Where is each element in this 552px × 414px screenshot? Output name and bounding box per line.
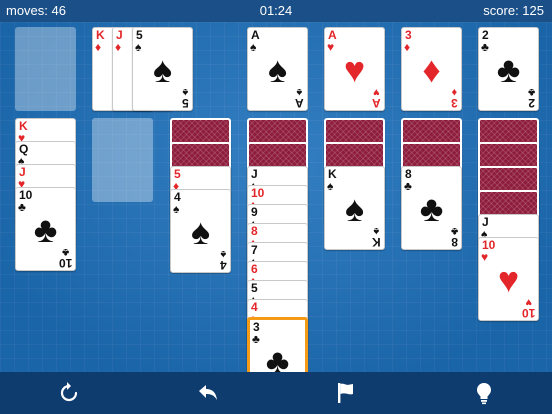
- heart-icon: ♥: [497, 259, 520, 300]
- spade-icon: ♠: [344, 188, 365, 229]
- card-corner: 3 ♦: [451, 86, 458, 110]
- spade-icon: ♠: [182, 86, 189, 98]
- card-rank: 2: [528, 96, 535, 110]
- spade-icon: ♠: [190, 211, 211, 252]
- spade-icon: ♠: [152, 49, 173, 90]
- club-icon: ♣: [450, 225, 458, 237]
- card-corner: 2 ♣: [527, 86, 535, 110]
- card-rank: 8: [451, 235, 458, 249]
- card-rank: 5: [182, 96, 189, 110]
- status-bar: moves: 46 01:24 score: 125: [0, 0, 552, 22]
- club-icon: ♣: [527, 86, 535, 98]
- undo-button[interactable]: [196, 381, 220, 405]
- diamond-icon: ♦: [422, 49, 441, 90]
- diamond-icon: ♦: [115, 40, 122, 54]
- spade-icon: ♠: [267, 49, 288, 90]
- spade-icon: ♠: [220, 248, 227, 260]
- card-corner: 8 ♣: [450, 225, 458, 249]
- foundation-card[interactable]: A ♠ ♠ A ♠: [247, 27, 308, 111]
- card-corner: 4 ♠: [220, 248, 227, 272]
- card-rank: K: [372, 235, 381, 249]
- game-timer: 01:24: [259, 3, 293, 18]
- foundation-card[interactable]: 3 ♦ ♦ 3 ♦: [401, 27, 462, 111]
- tableau-card[interactable]: K ♠ ♠ K ♠: [324, 166, 385, 250]
- undo-icon: [199, 385, 217, 400]
- score-display: score: 125: [483, 3, 544, 18]
- card-rank: 3: [451, 96, 458, 110]
- flag-button[interactable]: [334, 381, 358, 405]
- card-rank: 10: [58, 256, 72, 270]
- card-corner: 10 ♣: [58, 246, 72, 270]
- card-rank: A: [295, 96, 304, 110]
- card-rank: 10: [521, 306, 535, 320]
- toolbar: [0, 372, 552, 414]
- heart-icon: ♥: [343, 49, 366, 90]
- club-icon: ♣: [496, 49, 521, 90]
- card-rank: A: [372, 96, 381, 110]
- restart-icon: [60, 382, 78, 402]
- card-corner: 5 ♠: [182, 86, 189, 110]
- waste-card[interactable]: 5 ♠ ♠ 5 ♠: [132, 27, 193, 111]
- card-corner: A ♠: [295, 86, 304, 110]
- club-icon: ♣: [419, 188, 444, 229]
- card-corner: K ♠: [372, 225, 381, 249]
- card-rank: 4: [220, 258, 227, 272]
- stock-pile-empty[interactable]: [15, 27, 76, 111]
- club-icon: ♣: [33, 209, 58, 250]
- diamond-icon: ♦: [95, 40, 102, 54]
- lightbulb-icon: [477, 383, 491, 405]
- foundation-card[interactable]: A ♥ ♥ A ♥: [324, 27, 385, 111]
- tableau-card[interactable]: 4 ♠ ♠ 4 ♠: [170, 189, 231, 273]
- foundation-card[interactable]: 2 ♣ ♣ 2 ♣: [478, 27, 539, 111]
- card-corner: A ♥: [372, 86, 381, 110]
- card-corner: 10 ♥: [521, 296, 535, 320]
- tableau-card[interactable]: 10 ♥ ♥ 10 ♥: [478, 237, 539, 321]
- hint-button[interactable]: [472, 381, 496, 405]
- flag-icon: [338, 383, 353, 403]
- tableau-slot-empty[interactable]: [92, 118, 153, 202]
- game-board: K ♦ J ♦ 5 ♠ ♠ 5 ♠ A ♠ ♠ A ♠ A ♥ ♥ A ♥ 3 ♦ ♦ 3 ♦ 2 ♣ ♣ 2 ♣ K ♥ Q ♠ J ♥ 10 ♣ ♣ 1…: [0, 22, 552, 401]
- tableau-card[interactable]: 10 ♣ ♣ 10 ♣: [15, 187, 76, 271]
- restart-button[interactable]: [57, 381, 81, 405]
- tableau-card[interactable]: 8 ♣ ♣ 8 ♣: [401, 166, 462, 250]
